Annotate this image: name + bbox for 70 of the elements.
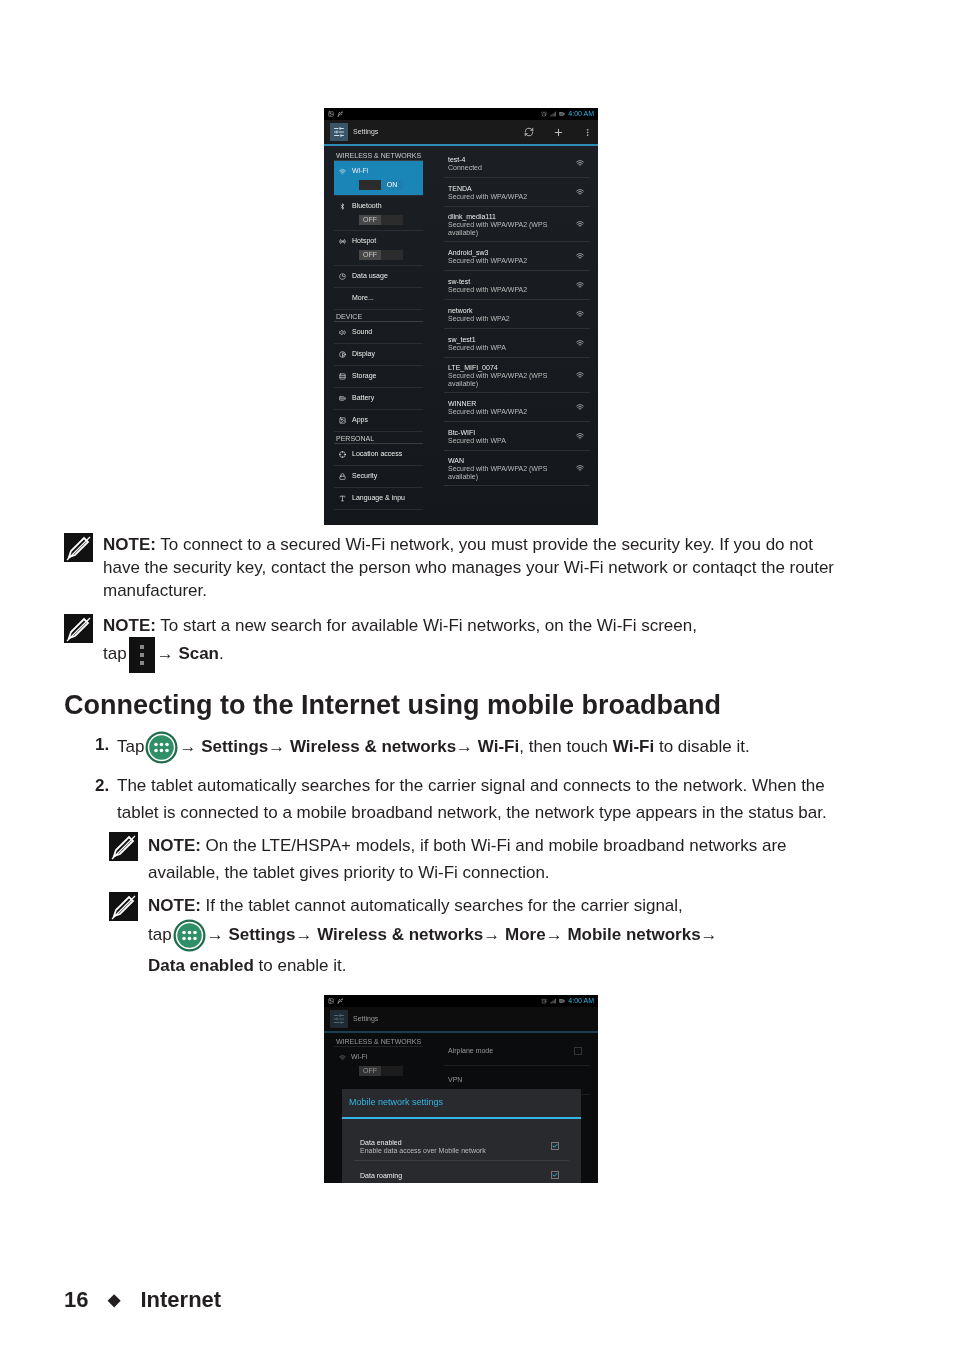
- usb-icon: [337, 998, 343, 1004]
- image-icon: [339, 417, 346, 424]
- wifi-signal-icon: [576, 403, 584, 411]
- overflow-menu-icon[interactable]: [128, 637, 155, 673]
- wifi-signal-icon: [576, 310, 584, 318]
- signal-icon: [550, 111, 557, 117]
- app-launcher-icon[interactable]: [172, 919, 206, 952]
- wifi-signal-icon: [576, 339, 584, 347]
- usb-icon: [337, 111, 343, 117]
- body-text: NOTE: To start a new search for available Wi-Fi networks, on the Wi-Fi screen,: [103, 616, 697, 635]
- add-icon[interactable]: [553, 126, 564, 138]
- dialog-title: Mobile network settings: [349, 1096, 444, 1110]
- battery-icon: [559, 998, 566, 1004]
- wifi-icon: [339, 167, 346, 175]
- contrast-icon: [339, 351, 346, 358]
- list-icon: [339, 373, 346, 380]
- checkbox[interactable]: [574, 1047, 582, 1055]
- body-text: tap: [148, 925, 172, 944]
- body-text: → Scan.: [156, 644, 224, 664]
- hotspot-icon: [339, 237, 346, 245]
- settings-app-icon[interactable]: [330, 123, 348, 141]
- settings-app-icon[interactable]: [330, 1010, 348, 1028]
- page-number: 16: [64, 1286, 89, 1314]
- check-icon: [552, 1142, 558, 1150]
- app-launcher-icon[interactable]: [145, 731, 179, 764]
- checkbox[interactable]: [551, 1142, 559, 1150]
- note-pencil-icon: [64, 614, 93, 643]
- separator-label: ◆: [108, 1289, 121, 1310]
- wifi-signal-icon: [576, 464, 584, 472]
- pie-chart-icon: [339, 273, 346, 280]
- note-pencil-icon: [64, 533, 93, 562]
- body-text: NOTE: If the tablet cannot automatically searches for the carrier signal,: [148, 896, 683, 915]
- note-pencil-icon: [109, 832, 138, 861]
- body-text: → Settings→ Wireless & networks→ Wi-Fi, then touch Wi-Fi to disable it.: [179, 737, 750, 756]
- image-icon: [328, 998, 334, 1004]
- battery-icon: [339, 395, 346, 402]
- wifi-signal-icon: [576, 159, 584, 167]
- note-pencil-icon: [109, 892, 138, 921]
- body-text: Tap: [117, 737, 145, 756]
- body-text: tap: [103, 644, 127, 664]
- body-text: NOTE: To connect to a secured Wi-Fi network, you must provide the security key. If you do not have the security key, contact the person who manages your Wi-Fi network or contaqct the router manufacturer.: [103, 535, 835, 600]
- lock-icon: [339, 473, 346, 480]
- body-text: Data enabled to enable it.: [148, 956, 347, 975]
- body-text: → Settings→ Wireless & networks→ More→ Mobile networks→: [206, 925, 718, 944]
- wifi-icon: [339, 1053, 346, 1061]
- menu-icon[interactable]: [583, 127, 592, 137]
- checkbox[interactable]: [551, 1171, 559, 1179]
- section-name: Internet: [140, 1286, 222, 1314]
- alarm-icon: [541, 111, 548, 117]
- wifi-signal-icon: [576, 220, 584, 228]
- battery-icon: [559, 111, 566, 117]
- wifi-signal-icon: [576, 281, 584, 289]
- step-number: 1.: [95, 734, 111, 756]
- image-icon: [328, 111, 334, 117]
- step-number: 2.: [95, 775, 111, 797]
- section-heading: Connecting to the Internet using mobile broadband: [64, 689, 722, 722]
- body-text: The tablet automatically searches for the carrier signal and connects to the network. When the tablet is connected to a mobile broadband network, the network type appears in the status bar.: [117, 776, 827, 822]
- letter-icon: [339, 495, 346, 502]
- crosshair-icon: [339, 451, 346, 458]
- wifi-signal-icon: [576, 371, 584, 379]
- check-icon: [552, 1171, 558, 1179]
- body-text: NOTE: On the LTE/HSPA+ models, if both Wi-Fi and mobile broadband networks are available, the tablet gives priority to Wi-Fi connection.: [148, 836, 787, 882]
- bluetooth-icon: [339, 202, 346, 210]
- wifi-signal-icon: [576, 188, 584, 196]
- alarm-icon: [541, 998, 548, 1004]
- wifi-signal-icon: [576, 432, 584, 440]
- speaker-icon: [339, 329, 346, 336]
- signal-icon: [550, 998, 557, 1004]
- wifi-signal-icon: [576, 252, 584, 260]
- wps-icon[interactable]: [524, 127, 534, 137]
